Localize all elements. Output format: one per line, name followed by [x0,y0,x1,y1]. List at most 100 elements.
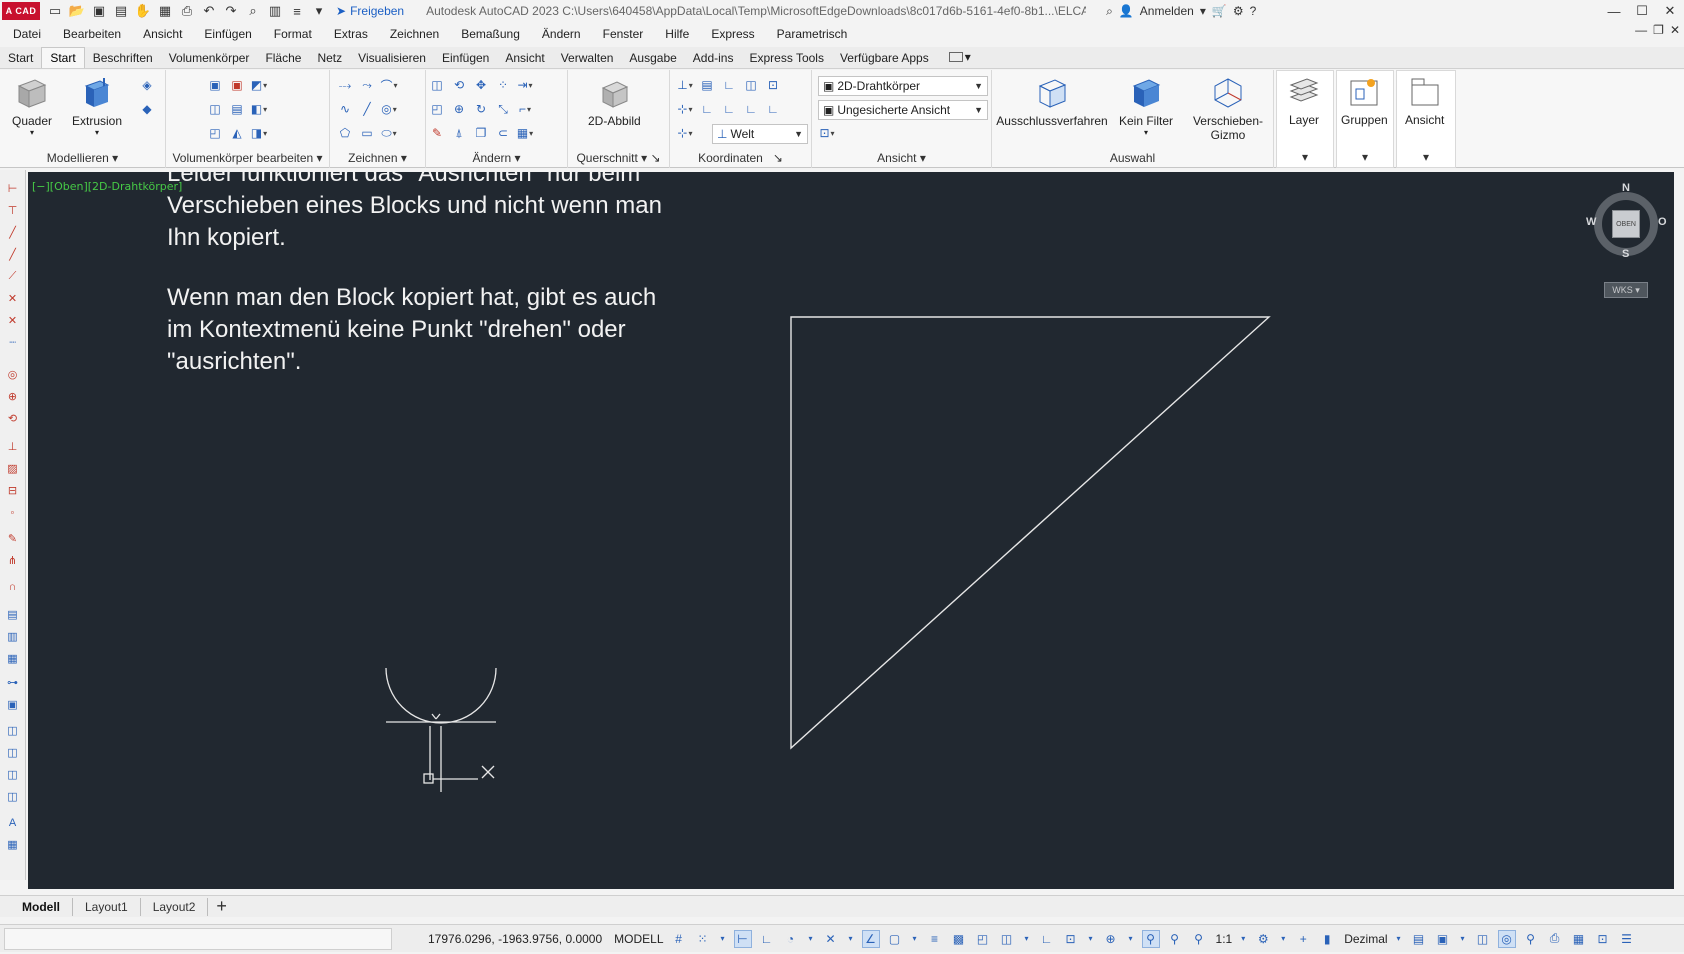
save-icon[interactable]: ▣ [90,3,108,19]
fillet-icon[interactable]: ⌐ [516,100,534,118]
infer-constraints-icon[interactable]: ⊢ [733,929,752,948]
layer-tool-icon[interactable]: ◫ [4,722,21,739]
tab-ansicht[interactable]: Ansicht [497,48,552,68]
undo-icon[interactable]: ↶ [200,3,218,19]
tab-start[interactable]: Start [41,47,85,68]
hatch-tool-icon[interactable]: ▨ [4,460,21,477]
doc-close-icon[interactable]: ✕ [1670,23,1680,37]
tab-verwalten[interactable]: Verwalten [553,48,622,68]
layer-tool3-icon[interactable]: ◫ [4,766,21,783]
menu-hilfe[interactable]: Hilfe [652,27,698,41]
block-tool-icon[interactable]: ⊟ [4,482,21,499]
rotate-icon[interactable]: ↻ [472,100,490,118]
polar-dropdown-icon[interactable]: ▾ [806,930,816,948]
new-icon[interactable]: ▭ [46,3,64,19]
polygon-icon[interactable]: ⬠ [336,124,354,142]
dim-radius-icon[interactable]: ⟋ [4,268,21,285]
menu-format[interactable]: Format [261,27,321,41]
menu-extras[interactable]: Extras [321,27,377,41]
minimize-icon[interactable]: — [1600,0,1628,22]
workspace-gear-icon[interactable]: ⚙ [1254,930,1272,948]
cube-face-top[interactable]: OBEN [1612,210,1640,238]
ucs-y-icon[interactable]: ∟ [720,100,738,118]
menu-ansicht[interactable]: Ansicht [130,27,191,41]
menu-datei[interactable]: Datei [0,27,50,41]
scale-icon[interactable]: ⤡ [494,100,512,118]
workspace-dropdown-icon[interactable]: ▾ [1278,930,1288,948]
object-snap-tracking-icon[interactable]: ∠ [861,929,880,948]
align3d-icon[interactable]: ◰ [428,100,446,118]
ucs-view-icon[interactable]: ◫ [742,76,760,94]
panel-title-ansicht[interactable]: Ansicht ▾ [812,151,991,165]
dim-aligned-icon[interactable]: ⊤ [4,202,21,219]
fillet-edge-icon[interactable]: ◧ [250,100,268,118]
dim-jogged-icon[interactable]: ✕ [4,290,21,307]
ucs-world-icon[interactable]: ∟ [720,76,738,94]
image-icon[interactable]: ▣ [4,696,21,713]
transparency-icon[interactable]: ▩ [950,930,968,948]
snap-dropdown-icon[interactable]: ▾ [718,930,728,948]
erase-icon[interactable]: ✎ [428,124,446,142]
lock-dropdown-icon[interactable]: ▾ [1458,930,1468,948]
compass-east[interactable]: O [1658,216,1667,228]
menu-bemassung[interactable]: Bemaßung [448,27,529,41]
explode-icon[interactable]: ⍋ [450,124,468,142]
chevron-down-icon[interactable]: ▾ [1277,150,1333,164]
tab-beschriften[interactable]: Beschriften [85,48,161,68]
coordinates-readout[interactable]: 17976.0296, -1963.9756, 0.0000 [428,932,602,946]
dim-arc-icon[interactable]: ╱ [4,224,21,241]
offset-icon[interactable]: ⊂ [494,124,512,142]
annotation-scale-value[interactable]: 1:1 [1216,932,1233,946]
gruppen-button[interactable]: Gruppen [1341,75,1388,127]
open-icon[interactable]: 📂 [68,3,86,19]
ucs-x-icon[interactable]: ∟ [698,100,716,118]
annotation-visibility-icon[interactable]: ⚲ [1141,929,1160,948]
copy-icon[interactable]: ❐ [472,124,490,142]
culling-button[interactable]: Ausschlussverfahren [996,76,1108,128]
triangle-shape[interactable] [790,316,1271,750]
properties-icon[interactable]: ▥ [266,3,284,19]
ucs-object-icon[interactable]: ⊡ [764,76,782,94]
insert-block3-icon[interactable]: ▦ [4,650,21,667]
plot-icon[interactable]: ⎙ [178,3,196,19]
selection-filter-dropdown-icon[interactable]: ▾ [1086,930,1096,948]
saved-view-combo[interactable]: ▣ Ungesicherte Ansicht ▼ [818,100,988,120]
a360-icon[interactable]: ⚙ [1233,4,1244,18]
menu-bearbeiten[interactable]: Bearbeiten [50,27,130,41]
customization-menu-icon[interactable]: ☰ [1618,930,1636,948]
polyline-icon[interactable]: ⤳ [358,76,376,94]
viewcube[interactable]: OBEN N S W O WKS ▾ [1586,182,1667,298]
wcs-menu[interactable]: WKS ▾ [1604,282,1648,298]
viewport-config-icon[interactable]: ⊡ [818,124,836,142]
extract-edges-icon[interactable]: ◰ [206,124,224,142]
gizmo-status-icon[interactable]: ⊕ [1102,930,1120,948]
tab-einfuegen[interactable]: Einfügen [434,48,497,68]
auto-scale-icon[interactable]: ⚲ [1166,930,1184,948]
units-dropdown-icon[interactable]: ▾ [1394,930,1404,948]
add-layout-icon[interactable]: + [216,896,227,917]
polar-tracking-icon[interactable]: ◔ [782,930,800,948]
3d-osnap-dropdown-icon[interactable]: ▾ [1022,930,1032,948]
layer-tool4-icon[interactable]: ◫ [4,788,21,805]
graphics-performance-icon[interactable]: ◎ [1497,929,1516,948]
menu-parametrisch[interactable]: Parametrisch [764,27,857,41]
spline-icon[interactable]: ∿ [336,100,354,118]
close-icon[interactable]: ✕ [1656,0,1684,22]
globe-icon[interactable]: ⊕ [450,100,468,118]
point-tool-icon[interactable]: ◦ [4,504,21,521]
ortho-icon[interactable]: ∟ [758,930,776,948]
tab-visualisieren[interactable]: Visualisieren [350,48,434,68]
compass-south[interactable]: S [1622,248,1629,260]
command-line[interactable] [4,927,392,950]
search-icon[interactable]: ⌕ [1106,4,1113,19]
table-tool-icon[interactable]: ▦ [4,836,21,853]
tab-add-ins[interactable]: Add-ins [685,48,742,68]
scale-dropdown-icon[interactable]: ▾ [1238,930,1248,948]
3d-osnap-icon[interactable]: ◫ [998,930,1016,948]
help-icon[interactable]: ? [1250,4,1257,18]
ribbon-minimize-button[interactable]: ▾ [948,50,971,68]
hardware-icon[interactable]: ▦ [1570,930,1588,948]
drawing-area[interactable]: Leider funktioniert das "Ausrichten" nur… [28,172,1674,889]
fullscreen-icon[interactable]: ⊡ [1594,930,1612,948]
menu-express[interactable]: Express [698,27,763,41]
